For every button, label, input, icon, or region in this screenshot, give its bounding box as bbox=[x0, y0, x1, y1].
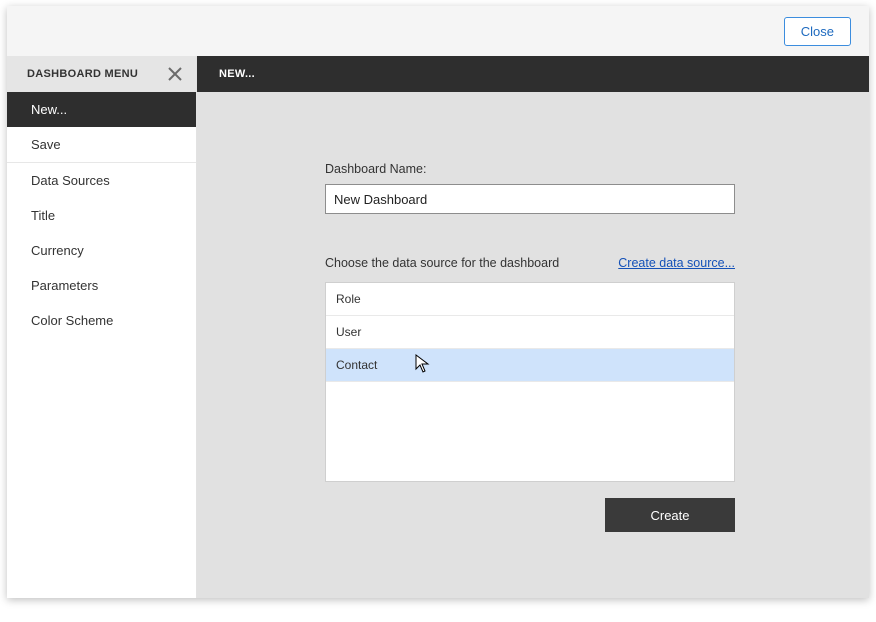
sidebar-header: DASHBOARD MENU bbox=[7, 56, 196, 92]
data-source-item-label: Contact bbox=[336, 358, 377, 372]
sidebar-item-label: Title bbox=[31, 208, 55, 223]
app-window: Close DASHBOARD MENU New... Save Data So… bbox=[7, 6, 869, 598]
dashboard-name-input[interactable] bbox=[325, 184, 735, 214]
sidebar: DASHBOARD MENU New... Save Data Sources … bbox=[7, 56, 197, 598]
data-source-item-contact[interactable]: Contact bbox=[326, 349, 734, 382]
data-source-prompt: Choose the data source for the dashboard bbox=[325, 256, 559, 270]
sidebar-item-label: Color Scheme bbox=[31, 313, 113, 328]
top-bar: Close bbox=[7, 6, 869, 56]
main-header-title: NEW... bbox=[219, 68, 255, 80]
sidebar-item-title[interactable]: Title bbox=[7, 198, 196, 233]
data-source-item-label: User bbox=[336, 325, 361, 339]
sidebar-item-label: Data Sources bbox=[31, 173, 110, 188]
main-area: NEW... Dashboard Name: Choose the data s… bbox=[197, 56, 869, 598]
sidebar-item-label: Parameters bbox=[31, 278, 98, 293]
sidebar-item-new[interactable]: New... bbox=[7, 92, 196, 127]
data-source-list: Role User Contact bbox=[325, 282, 735, 482]
sidebar-item-color-scheme[interactable]: Color Scheme bbox=[7, 303, 196, 338]
create-button[interactable]: Create bbox=[605, 498, 735, 532]
create-data-source-link[interactable]: Create data source... bbox=[618, 256, 735, 270]
sidebar-item-label: Save bbox=[31, 137, 61, 152]
close-icon[interactable] bbox=[166, 65, 184, 83]
sidebar-item-label: New... bbox=[31, 102, 67, 117]
data-source-item-user[interactable]: User bbox=[326, 316, 734, 349]
content-row: DASHBOARD MENU New... Save Data Sources … bbox=[7, 56, 869, 598]
new-dashboard-form: Dashboard Name: Choose the data source f… bbox=[197, 92, 869, 532]
close-button[interactable]: Close bbox=[784, 17, 851, 46]
dashboard-name-label: Dashboard Name: bbox=[325, 162, 869, 176]
data-source-item-label: Role bbox=[336, 292, 361, 306]
sidebar-item-parameters[interactable]: Parameters bbox=[7, 268, 196, 303]
sidebar-item-data-sources[interactable]: Data Sources bbox=[7, 163, 196, 198]
sidebar-title: DASHBOARD MENU bbox=[27, 68, 138, 80]
sidebar-item-save[interactable]: Save bbox=[7, 127, 196, 163]
data-source-item-role[interactable]: Role bbox=[326, 283, 734, 316]
main-header: NEW... bbox=[197, 56, 869, 92]
sidebar-item-currency[interactable]: Currency bbox=[7, 233, 196, 268]
sidebar-item-label: Currency bbox=[31, 243, 84, 258]
